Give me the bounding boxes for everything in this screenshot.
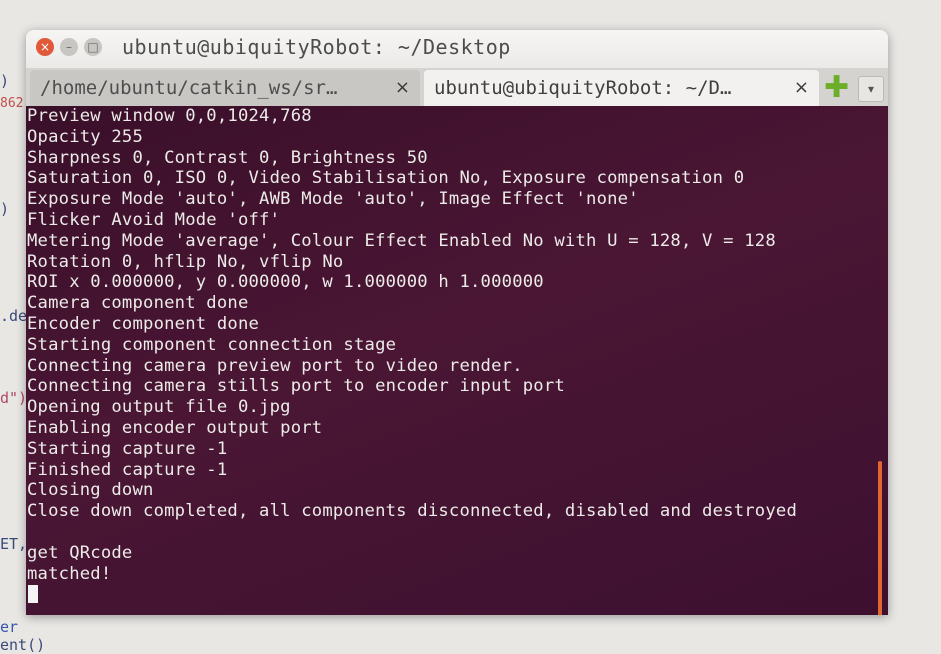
- minimize-window-button[interactable]: –: [60, 38, 78, 56]
- terminal-line: Encoder component done: [27, 313, 260, 334]
- tab-menu-button[interactable]: ▾: [858, 76, 884, 102]
- terminal-line: Metering Mode 'average', Colour Effect E…: [27, 230, 776, 251]
- new-tab-icon[interactable]: ✚: [824, 73, 850, 103]
- terminal-line: Connecting camera stills port to encoder…: [27, 376, 565, 397]
- terminal-line: Connecting camera preview port to video …: [27, 355, 523, 376]
- terminal-line: Starting component connection stage: [27, 334, 397, 355]
- terminal-lines: Preview window 0,0,1024,768 Opacity 255 …: [27, 106, 797, 605]
- tab-label: ubuntu@ubiquityRobot: ~/D…: [434, 77, 732, 99]
- bg-fragment: ent(): [0, 636, 46, 654]
- tab-bar: /home/ubuntu/catkin_ws/sr… × ubuntu@ubiq…: [26, 68, 888, 106]
- bg-fragment: ET,: [0, 535, 28, 553]
- terminal-line: get QRcode: [27, 542, 133, 563]
- bg-fragment: ): [0, 72, 10, 90]
- bg-fragment: d"): [0, 389, 28, 407]
- tab-label: /home/ubuntu/catkin_ws/sr…: [40, 77, 338, 99]
- bg-fragment: er: [0, 618, 19, 636]
- terminal-line: Starting capture -1: [27, 438, 228, 459]
- terminal-line: Finished capture -1: [27, 459, 228, 480]
- tab-catkin[interactable]: /home/ubuntu/catkin_ws/sr… ×: [30, 70, 420, 106]
- terminal-line: Camera component done: [27, 293, 249, 314]
- terminal-line: Preview window 0,0,1024,768: [27, 106, 312, 126]
- title-bar[interactable]: × – □ ubuntu@ubiquityRobot: ~/Desktop: [26, 30, 888, 68]
- terminal-line: Flicker Avoid Mode 'off': [27, 209, 281, 230]
- terminal-line: Sharpness 0, Contrast 0, Brightness 50: [27, 147, 428, 168]
- terminal-line: Exposure Mode 'auto', AWB Mode 'auto', I…: [27, 189, 639, 210]
- tab-desktop[interactable]: ubuntu@ubiquityRobot: ~/D… ×: [424, 70, 819, 106]
- terminal-line: Closing down: [27, 480, 154, 501]
- bg-fragment: ): [0, 200, 10, 218]
- terminal-output[interactable]: Preview window 0,0,1024,768 Opacity 255 …: [26, 106, 888, 615]
- terminal-line: Opacity 255: [27, 126, 144, 147]
- bg-fragment: 862: [0, 96, 24, 111]
- text-cursor: [28, 585, 38, 604]
- maximize-window-button[interactable]: □: [84, 38, 102, 56]
- close-window-button[interactable]: ×: [36, 38, 54, 56]
- terminal-line: Enabling encoder output port: [27, 417, 323, 438]
- bg-fragment: .de: [0, 307, 28, 325]
- close-tab-icon[interactable]: ×: [395, 70, 410, 106]
- terminal-line: Opening output file 0.jpg: [27, 397, 291, 418]
- terminal-prompt-line[interactable]: [27, 584, 797, 605]
- window-title: ubuntu@ubiquityRobot: ~/Desktop: [122, 35, 511, 59]
- terminal-line: matched!: [27, 563, 112, 584]
- terminal-window: × – □ ubuntu@ubiquityRobot: ~/Desktop /h…: [26, 30, 888, 615]
- scrollbar[interactable]: [878, 461, 882, 615]
- close-tab-icon[interactable]: ×: [794, 70, 809, 106]
- terminal-line: ROI x 0.000000, y 0.000000, w 1.000000 h…: [27, 272, 544, 293]
- terminal-line: Rotation 0, hflip No, vflip No: [27, 251, 344, 272]
- terminal-line: Close down completed, all components dis…: [27, 501, 797, 522]
- terminal-line: Saturation 0, ISO 0, Video Stabilisation…: [27, 168, 745, 189]
